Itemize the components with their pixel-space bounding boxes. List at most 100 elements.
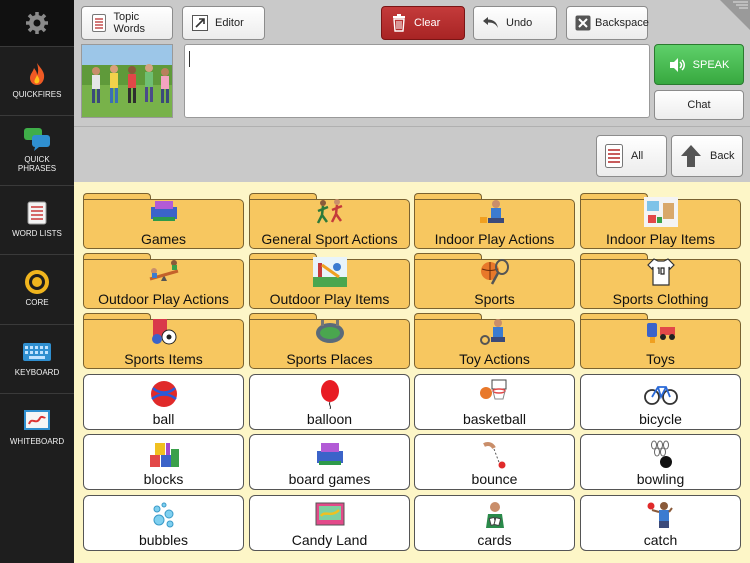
text-caret [189, 51, 190, 67]
word-label: bubbles [138, 532, 189, 548]
sidebar-item-word-lists[interactable]: WORD LISTS [0, 185, 74, 253]
running-people-icon [316, 199, 342, 224]
word-label: bowling [636, 471, 685, 487]
settings-button[interactable] [0, 0, 74, 46]
list-icon [605, 144, 623, 168]
toolbar: Topic Words Editor Clear Undo Backspace [74, 0, 750, 126]
word-catch[interactable]: catch [580, 495, 741, 551]
sidebar-item-label: WORD LISTS [12, 229, 62, 238]
folder-label: Outdoor Play Actions [98, 291, 229, 307]
word-label: bounce [471, 471, 518, 487]
word-bounce[interactable]: bounce [414, 434, 575, 490]
target-icon [25, 270, 49, 294]
folder-general-sport-actions[interactable]: General Sport Actions [249, 193, 410, 249]
editor-button[interactable]: Editor [182, 6, 265, 40]
speak-button[interactable]: SPEAK [654, 44, 744, 85]
page-curl-icon[interactable] [720, 0, 750, 30]
chat-button[interactable]: Chat [654, 90, 744, 120]
child-with-toy-icon [479, 319, 505, 345]
word-blocks[interactable]: blocks [83, 434, 244, 490]
sidebar-item-label: QUICKFIRES [12, 90, 62, 99]
clear-label: Clear [414, 17, 441, 29]
folder-label: Toys [646, 351, 675, 367]
folder-label: Sports Clothing [612, 291, 709, 307]
basketball-hoop-icon [479, 379, 506, 400]
sidebar-item-label: QUICK PHRASES [17, 154, 57, 173]
speak-label: SPEAK [692, 58, 730, 71]
folder-toy-actions[interactable]: Toy Actions [414, 313, 575, 369]
sidebar-item-core[interactable]: CORE [0, 254, 74, 322]
folder-label: Sports [474, 291, 515, 307]
folder-outdoor-play-actions[interactable]: Outdoor Play Actions [83, 253, 244, 309]
vocabulary-grid: Games General Sport Actions Indoor Play … [74, 182, 750, 563]
word-bowling[interactable]: bowling [580, 434, 741, 490]
topic-words-button[interactable]: Topic Words [81, 6, 173, 40]
all-button[interactable]: All [596, 135, 667, 177]
clear-button[interactable]: Clear [381, 6, 465, 40]
backspace-button[interactable]: Backspace [566, 6, 649, 40]
word-label: cards [477, 532, 512, 548]
folder-sports-places[interactable]: Sports Places [249, 313, 410, 369]
playground-icon [312, 257, 347, 287]
folder-indoor-play-actions[interactable]: Indoor Play Actions [414, 193, 575, 249]
word-cards[interactable]: cards [414, 495, 575, 551]
undo-button[interactable]: Undo [473, 6, 557, 40]
sidebar-item-whiteboard[interactable]: WHITEBOARD [0, 393, 74, 461]
back-button[interactable]: Back [671, 135, 743, 177]
sidebar-item-label: KEYBOARD [14, 368, 60, 377]
bicycle-icon [643, 386, 678, 405]
word-label: ball [152, 411, 175, 427]
folder-label: Games [140, 231, 187, 247]
folder-label: Outdoor Play Items [269, 291, 390, 307]
word-label: balloon [306, 411, 353, 427]
keyboard-icon [23, 343, 51, 361]
folder-games[interactable]: Games [83, 193, 244, 249]
jersey-icon [646, 258, 675, 286]
topic-photo [81, 44, 173, 118]
catching-icon [647, 502, 673, 528]
up-arrow-icon [681, 145, 701, 167]
board-game-icon [316, 443, 343, 465]
undo-icon [483, 17, 498, 28]
sidebar-item-keyboard[interactable]: KEYBOARD [0, 324, 74, 392]
word-bubbles[interactable]: bubbles [83, 495, 244, 551]
sidebar-item-label: CORE [25, 298, 49, 307]
balloon-icon [320, 380, 339, 409]
sports-gear-icon [151, 319, 176, 345]
folder-sports[interactable]: Sports [414, 253, 575, 309]
stadium-icon [315, 320, 344, 343]
word-ball[interactable]: ball [83, 374, 244, 430]
folder-outdoor-play-items[interactable]: Outdoor Play Items [249, 253, 410, 309]
sidebar: QUICKFIRES QUICK PHRASES WORD LISTS CORE… [0, 0, 74, 563]
candy-land-box-icon [315, 502, 344, 526]
word-bicycle[interactable]: bicycle [580, 374, 741, 430]
toy-room-icon [643, 197, 678, 227]
ball-icon [150, 381, 177, 407]
whiteboard-icon [24, 410, 50, 430]
folder-toys[interactable]: Toys [580, 313, 741, 369]
seesaw-icon [149, 260, 178, 281]
toys-icon [646, 323, 675, 343]
all-label: All [631, 150, 644, 162]
topic-words-label: Topic Words [113, 11, 146, 35]
word-label: Candy Land [291, 532, 368, 548]
bowling-icon [650, 440, 672, 468]
sidebar-item-quick-phrases[interactable]: QUICK PHRASES [0, 115, 74, 183]
sidebar-item-quickfires[interactable]: QUICKFIRES [0, 46, 74, 114]
folder-sports-items[interactable]: Sports Items [83, 313, 244, 369]
message-window[interactable] [184, 44, 650, 118]
edit-arrow-icon [192, 15, 208, 31]
word-label: basketball [462, 411, 527, 427]
bouncing-ball-icon [482, 442, 505, 469]
folder-label: Sports Places [286, 351, 373, 367]
folder-label: Indoor Play Actions [434, 231, 555, 247]
flame-icon [30, 63, 45, 85]
editor-label: Editor [215, 17, 244, 29]
trash-icon [393, 14, 405, 32]
word-basketball[interactable]: basketball [414, 374, 575, 430]
word-candy-land[interactable]: Candy Land [249, 495, 410, 551]
folder-indoor-play-items[interactable]: Indoor Play Items [580, 193, 741, 249]
word-balloon[interactable]: balloon [249, 374, 410, 430]
folder-sports-clothing[interactable]: Sports Clothing [580, 253, 741, 309]
word-board-games[interactable]: board games [249, 434, 410, 490]
